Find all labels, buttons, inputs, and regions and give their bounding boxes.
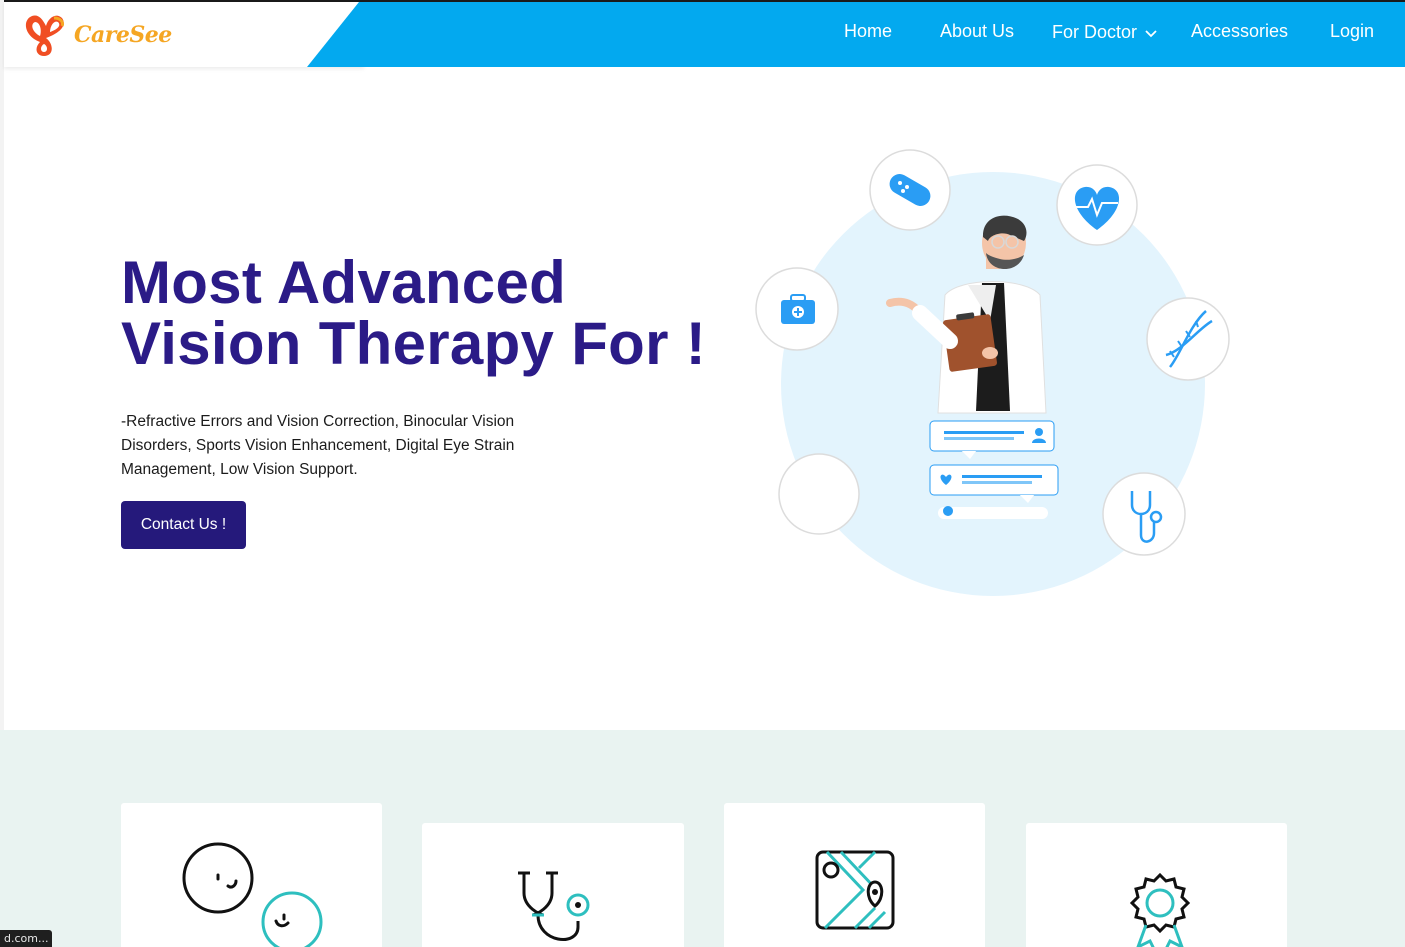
heart-pulse-icon	[1056, 164, 1138, 246]
nav-home[interactable]: Home	[844, 21, 892, 42]
stethoscope-icon	[518, 871, 590, 941]
hero-title-line1: Most Advanced	[121, 249, 567, 316]
nav-for-doctor-label: For Doctor	[1052, 22, 1138, 42]
site-header: CareSee Home About Us For Doctor Accesso…	[4, 0, 1405, 67]
brand-name: CareSee	[74, 22, 172, 48]
award-badge-icon	[1129, 872, 1191, 947]
nav-for-doctor[interactable]: For Doctor	[1052, 22, 1157, 43]
stethoscope-icon	[1102, 472, 1186, 556]
feature-card-2[interactable]	[422, 823, 684, 947]
nav-accessories[interactable]: Accessories	[1191, 21, 1288, 42]
nav-login[interactable]: Login	[1330, 21, 1374, 42]
nav-login-label: Login	[1330, 21, 1375, 41]
hero-description: -Refractive Errors and Vision Correction…	[121, 413, 515, 478]
feature-card-1[interactable]	[121, 803, 382, 947]
feature-card-4[interactable]	[1026, 823, 1287, 947]
brand-logo[interactable]: CareSee	[24, 12, 172, 58]
status-bar-url: d.com...	[0, 930, 53, 947]
feature-card-3[interactable]	[724, 803, 985, 947]
logo-mark-icon	[25, 15, 64, 56]
nav-about-us[interactable]: About Us	[940, 21, 1014, 42]
nav-accessories-label: Accessories	[1191, 21, 1289, 41]
empty-orbit-circle	[778, 453, 860, 535]
contact-us-button[interactable]: Contact Us !	[121, 501, 246, 549]
chevron-down-icon	[1145, 29, 1157, 37]
dna-icon	[1146, 297, 1230, 381]
medical-kit-icon	[755, 267, 839, 351]
nav-home-label: Home	[844, 21, 893, 41]
bandage-icon	[869, 149, 951, 231]
nav-about-us-label: About Us	[940, 21, 1015, 41]
features-section	[4, 730, 1405, 947]
map-pin-icon	[815, 850, 895, 930]
faces-icon	[182, 842, 323, 947]
hero-title-line2: Vision Therapy For !	[121, 310, 706, 377]
hero-title: Most Advanced Vision Therapy For !	[121, 252, 741, 374]
hero-illustration	[755, 149, 1230, 596]
page-left-edge-top	[0, 0, 4, 730]
